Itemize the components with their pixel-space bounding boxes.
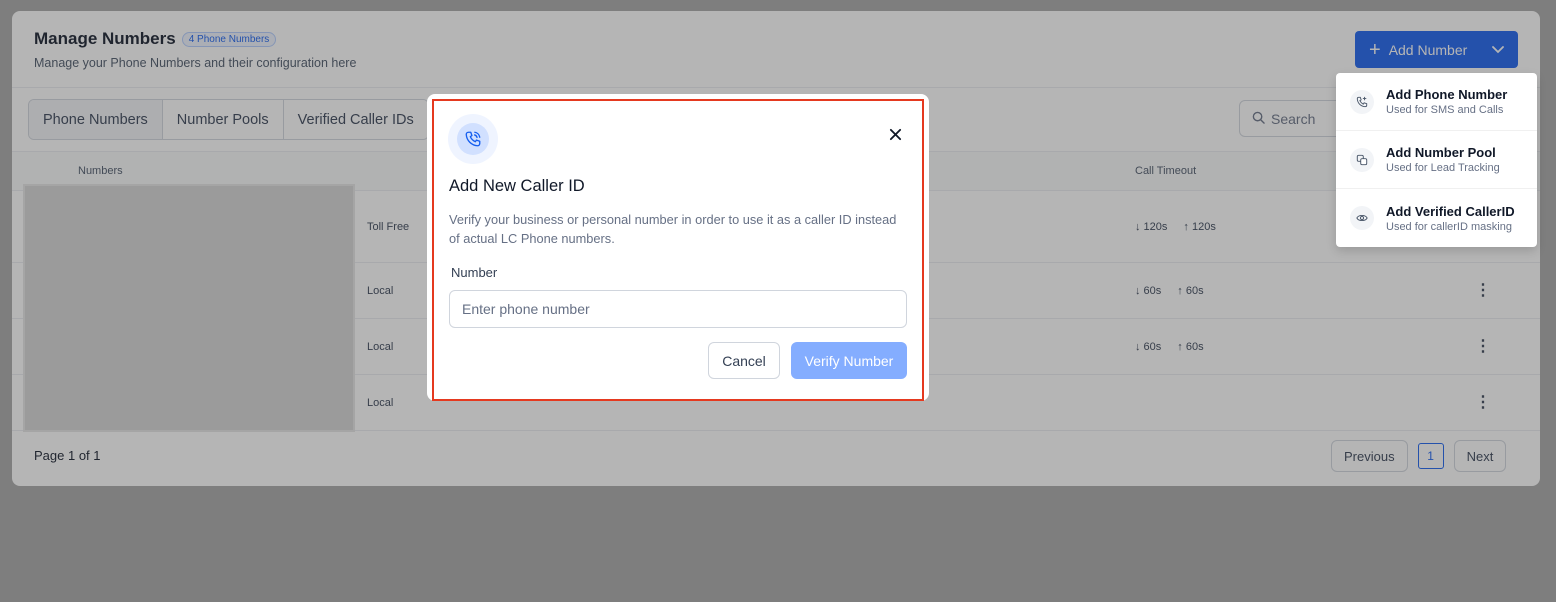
menu-item-title: Add Phone Number (1386, 87, 1508, 102)
menu-item-add-phone-number[interactable]: Add Phone Number Used for SMS and Calls (1336, 73, 1537, 131)
phone-number-input[interactable] (449, 290, 907, 328)
menu-item-add-verified-callerid[interactable]: Add Verified CallerID Used for callerID … (1336, 189, 1537, 247)
menu-item-title: Add Verified CallerID (1386, 203, 1515, 219)
eye-icon (1350, 206, 1374, 230)
phone-plus-icon (1350, 89, 1374, 114)
menu-item-subtitle: Used for SMS and Calls (1386, 104, 1504, 116)
close-icon[interactable] (885, 124, 905, 144)
number-field-label: Number (451, 265, 498, 280)
modal-description: Verify your business or personal number … (449, 212, 897, 246)
menu-item-add-number-pool[interactable]: Add Number Pool Used for Lead Tracking (1336, 131, 1537, 189)
add-number-dropdown: Add Phone Number Used for SMS and Calls … (1336, 73, 1537, 247)
verify-number-button[interactable]: Verify Number (791, 342, 907, 379)
menu-item-title: Add Number Pool (1386, 145, 1496, 160)
pool-icon (1350, 147, 1374, 172)
add-caller-id-modal: Add New Caller ID Verify your business o… (427, 94, 929, 401)
modal-title: Add New Caller ID (449, 177, 585, 195)
cancel-button[interactable]: Cancel (708, 342, 780, 379)
menu-item-subtitle: Used for callerID masking (1386, 220, 1512, 233)
phone-call-icon (457, 123, 489, 155)
menu-item-subtitle: Used for Lead Tracking (1386, 162, 1500, 174)
modal-icon-badge (448, 114, 498, 164)
